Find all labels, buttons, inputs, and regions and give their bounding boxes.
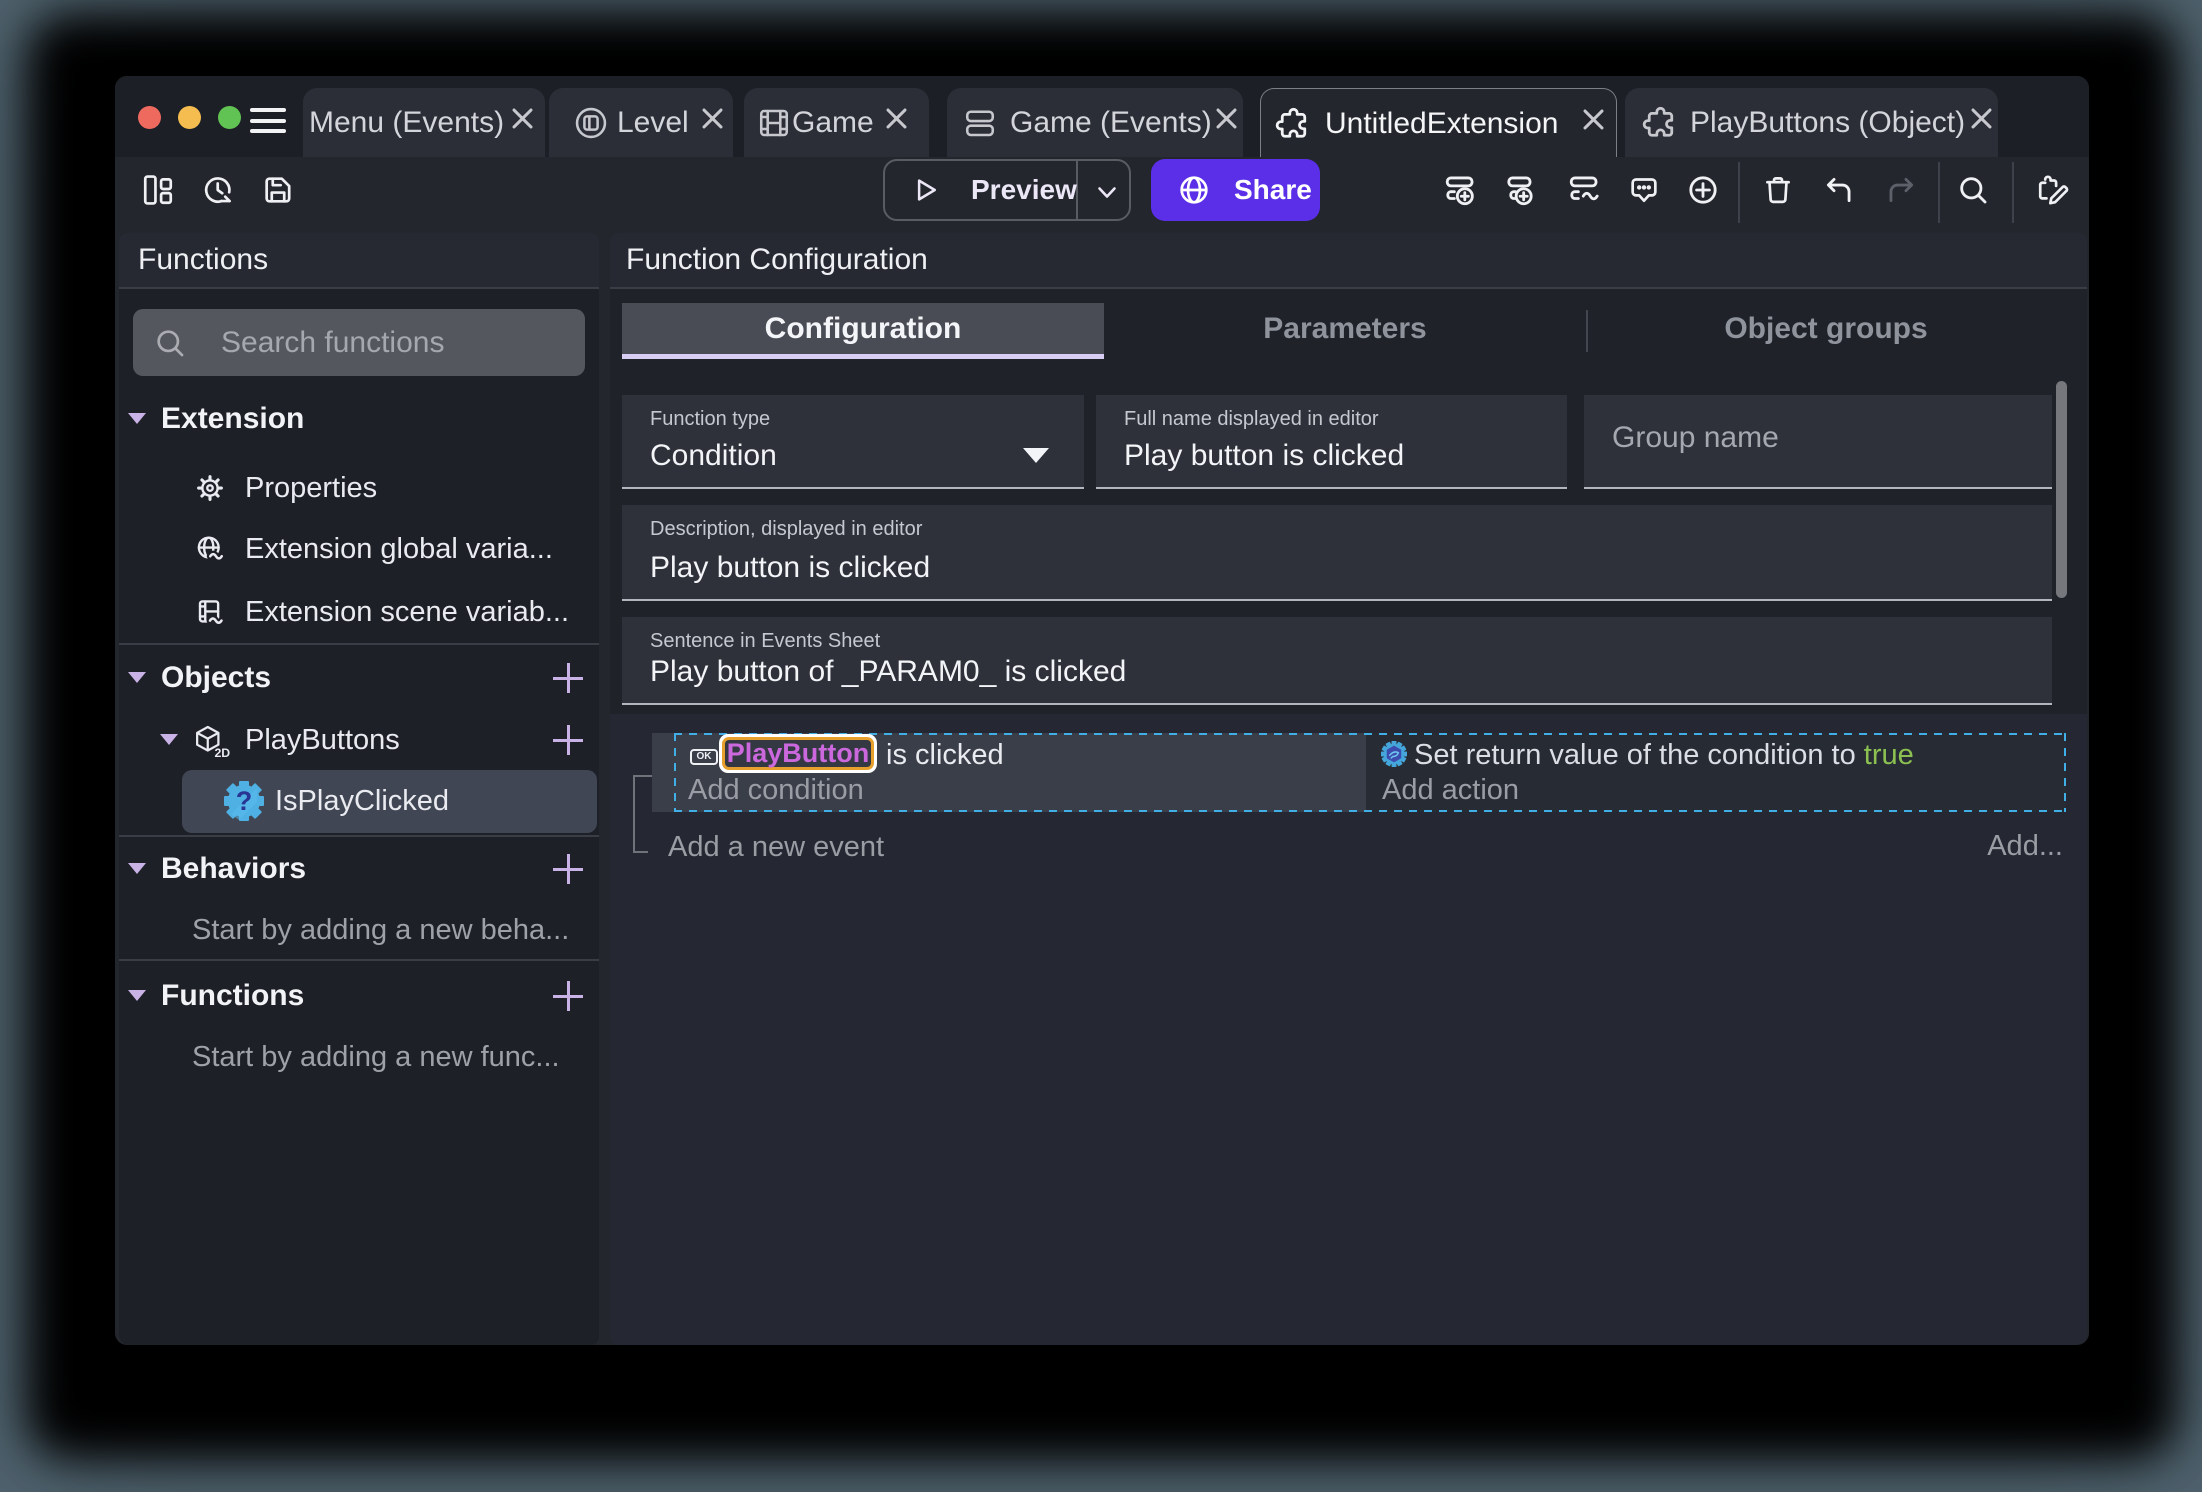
svg-text:?: ?: [236, 786, 253, 816]
svg-text:2D: 2D: [214, 746, 230, 760]
